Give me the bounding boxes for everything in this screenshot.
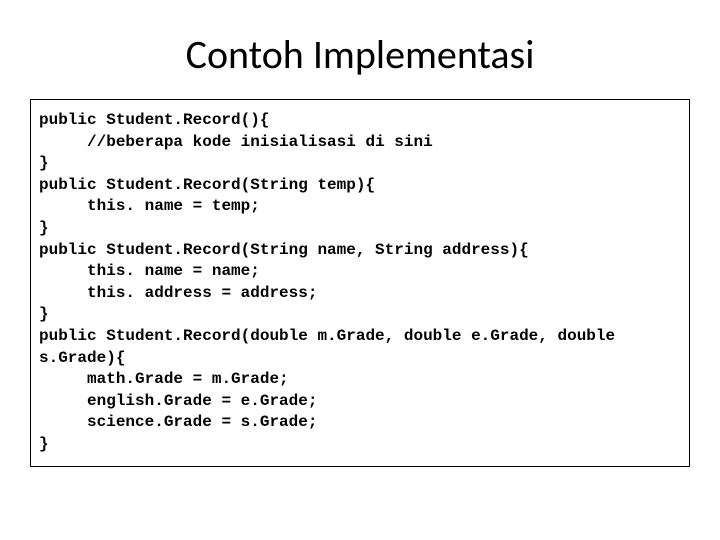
code-block: public Student.Record(){ //beberapa kode…	[30, 99, 690, 467]
slide-container: Contoh Implementasi public Student.Recor…	[0, 0, 720, 540]
slide-title: Contoh Implementasi	[30, 30, 690, 79]
